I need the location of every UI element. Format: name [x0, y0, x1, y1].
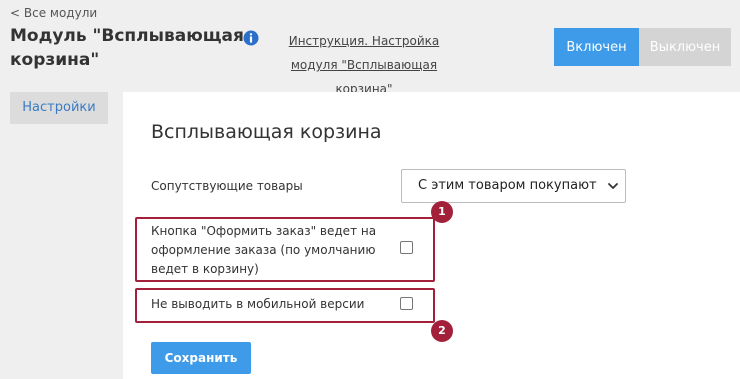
hide-mobile-label: Не выводить в мобильной версии	[151, 297, 365, 311]
sidebar-tab-settings[interactable]: Настройки	[10, 92, 108, 124]
related-products-select-value: С этим товаром покупают	[418, 178, 597, 193]
related-products-label: Сопутствующие товары	[151, 179, 303, 193]
info-icon	[243, 30, 259, 46]
annotation-badge-1: 1	[431, 201, 453, 223]
related-products-select[interactable]: С этим товаром покупают	[401, 169, 626, 203]
hide-mobile-checkbox[interactable]	[400, 297, 413, 310]
chevron-down-icon	[608, 183, 618, 189]
instruction-link[interactable]: Инструкция. Настройка модуля "Всплывающа…	[264, 29, 464, 101]
checkout-button-checkbox[interactable]	[400, 241, 413, 254]
module-status-toggle: Включен Выключен	[554, 28, 731, 66]
enabled-button[interactable]: Включен	[554, 28, 639, 66]
annotation-badge-2: 2	[431, 320, 453, 342]
panel-title: Всплывающая корзина	[151, 121, 382, 143]
settings-panel: Всплывающая корзина Сопутствующие товары…	[123, 92, 740, 379]
disabled-button[interactable]: Выключен	[639, 28, 731, 66]
module-title: Модуль "Всплывающая корзина"	[10, 26, 244, 70]
back-to-modules-link[interactable]: < Все модули	[10, 6, 97, 20]
checkout-button-label: Кнопка "Оформить заказ" ведет на оформле…	[151, 224, 377, 276]
save-button[interactable]: Сохранить	[151, 342, 251, 374]
